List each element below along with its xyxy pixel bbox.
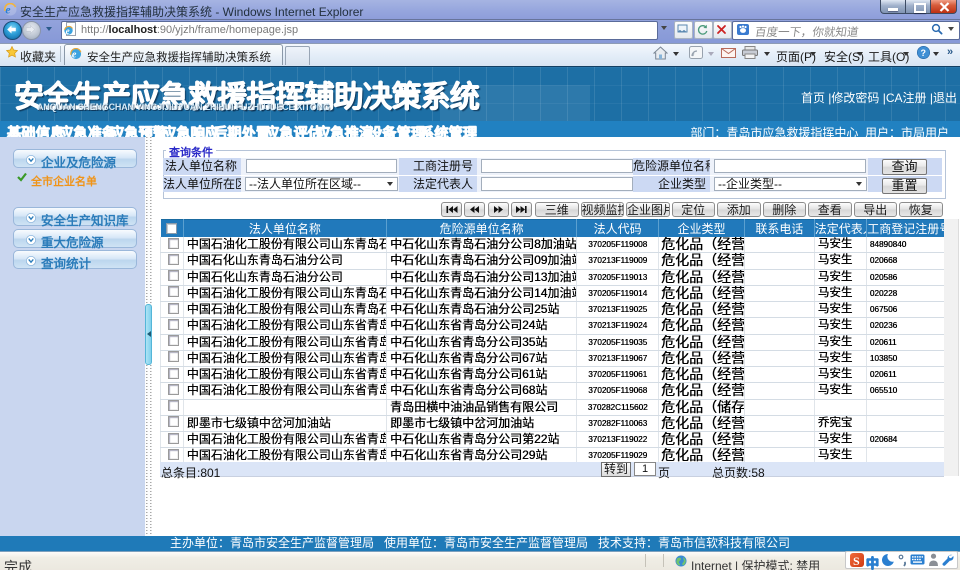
svg-text:?: ? xyxy=(921,48,927,58)
svg-text:e: e xyxy=(72,50,77,60)
